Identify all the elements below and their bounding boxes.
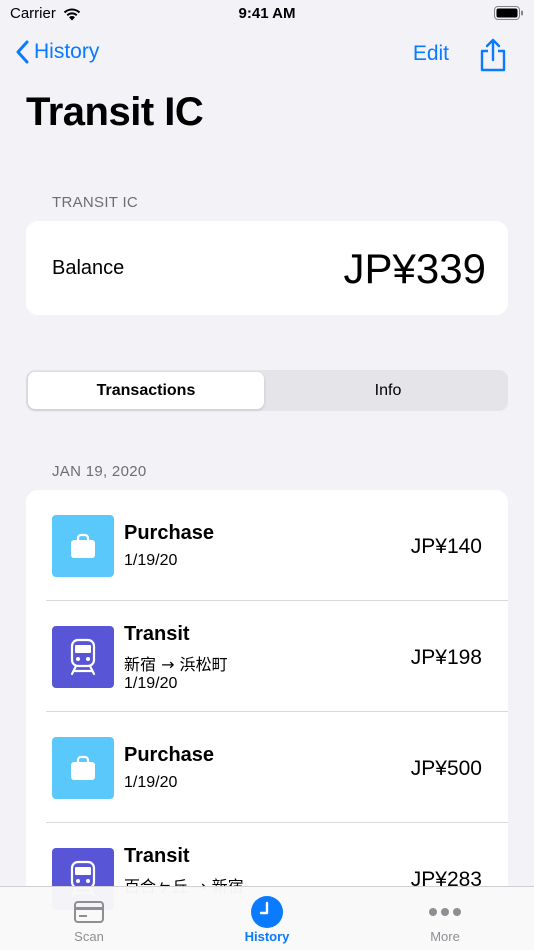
transaction-route: 新宿 → 浜松町 <box>124 655 228 674</box>
transactions-list: Purchase 1/19/20 JP¥140 Transit 新宿 → 浜松町… <box>26 490 508 950</box>
transaction-date: 1/19/20 <box>124 675 178 692</box>
transaction-amount: JP¥140 <box>410 535 482 558</box>
segment-info[interactable]: Info <box>270 372 506 409</box>
transaction-date: 1/19/20 <box>124 552 178 569</box>
card-section-header: TRANSIT IC <box>52 194 139 211</box>
transaction-amount: JP¥500 <box>410 757 482 780</box>
transaction-title: Transit <box>124 623 190 645</box>
balance-label: Balance <box>52 257 125 279</box>
date-section-header: JAN 19, 2020 <box>52 463 147 480</box>
train-icon <box>52 626 114 688</box>
battery-icon <box>494 6 524 24</box>
share-button[interactable] <box>480 38 506 77</box>
transaction-row-purchase[interactable]: Purchase 1/19/20 JP¥500 <box>26 712 508 823</box>
transaction-title: Purchase <box>124 522 215 544</box>
back-label: History <box>34 40 100 63</box>
balance-card: Balance JP¥339 <box>26 221 508 315</box>
tab-history[interactable]: History <box>207 895 327 944</box>
status-bar: Carrier 9:41 AM <box>0 0 534 28</box>
ellipsis-icon <box>385 895 505 929</box>
tab-bar: Scan History More <box>0 886 534 950</box>
chevron-left-icon <box>16 40 29 64</box>
transaction-row-transit[interactable]: Transit 新宿 → 浜松町 1/19/20 JP¥198 <box>26 601 508 712</box>
balance-value: JP¥339 <box>343 245 486 292</box>
segmented-control: Transactions Info <box>26 370 508 411</box>
transaction-date: 1/19/20 <box>124 774 178 791</box>
transaction-amount: JP¥198 <box>410 646 482 669</box>
share-icon <box>480 38 506 72</box>
back-button[interactable]: History <box>16 40 99 64</box>
shopping-bag-icon <box>52 515 114 577</box>
page-title: Transit IC <box>26 90 204 134</box>
transaction-title: Transit <box>124 845 190 867</box>
tab-scan[interactable]: Scan <box>29 895 149 944</box>
card-icon <box>29 895 149 929</box>
tab-label: Scan <box>74 929 104 944</box>
segment-transactions[interactable]: Transactions <box>28 372 264 409</box>
tab-label: More <box>430 929 460 944</box>
shopping-bag-icon <box>52 737 114 799</box>
transaction-row-purchase[interactable]: Purchase 1/19/20 JP¥140 <box>26 490 508 601</box>
status-time: 9:41 AM <box>238 5 296 22</box>
transaction-title: Purchase <box>124 744 215 766</box>
tab-more[interactable]: More <box>385 895 505 944</box>
navigation-bar: History Edit <box>0 30 534 78</box>
tab-label: History <box>244 929 290 944</box>
edit-button[interactable]: Edit <box>413 42 449 66</box>
clock-icon <box>207 895 327 929</box>
